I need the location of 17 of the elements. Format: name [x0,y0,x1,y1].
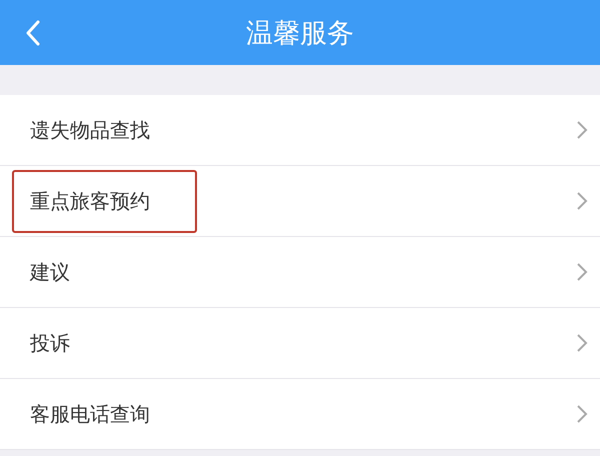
menu-item[interactable]: 投诉 [0,308,600,379]
menu-item[interactable]: 遗失物品查找 [0,95,600,166]
chevron-right-icon [576,262,588,282]
menu-item[interactable]: 建议 [0,237,600,308]
chevron-right-icon [576,333,588,353]
item-label: 重点旅客预约 [30,188,150,214]
page-title: 温馨服务 [246,16,354,50]
back-icon [25,20,41,46]
menu-item[interactable]: 重点旅客预约 [0,166,600,237]
item-label: 投诉 [30,330,70,356]
item-label: 客服电话查询 [30,400,150,428]
item-label: 建议 [30,258,70,286]
chevron-right-icon [576,191,588,211]
chevron-right-icon [576,404,588,424]
item-label: 遗失物品查找 [30,116,150,144]
chevron-right-icon [576,120,588,140]
menu-item[interactable]: 客服电话查询 [0,379,600,450]
